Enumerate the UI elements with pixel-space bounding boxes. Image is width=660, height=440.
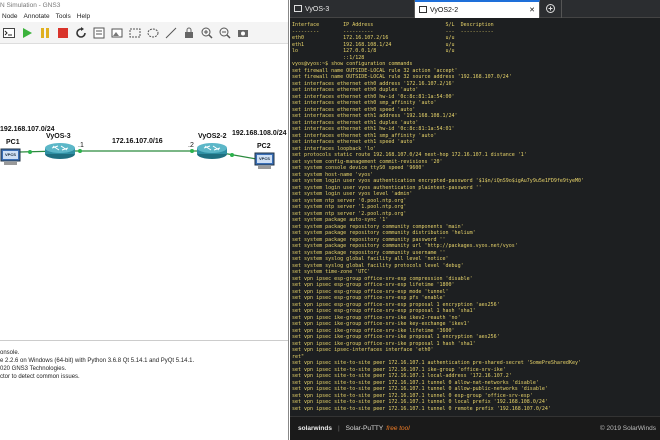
putty-footer: solarwinds | Solar-PuTTY free tool © 201…: [290, 416, 660, 440]
solarwinds-logo: solarwinds: [298, 425, 332, 432]
ellipse-icon[interactable]: [146, 26, 160, 40]
pc1-computer-icon[interactable]: VPCS: [0, 148, 21, 165]
gns3-toolbar: [0, 22, 288, 44]
menu-annotate[interactable]: Annotate: [24, 12, 50, 22]
menu-node[interactable]: Node: [2, 12, 18, 22]
zoom-in-icon[interactable]: [200, 26, 214, 40]
topology-canvas[interactable]: 192.168.107.0/24 PC1 VPCS VyOS-3 .1 172.…: [0, 44, 288, 340]
session-tabs: VyOS-3 VyOS2-2 ✕: [290, 0, 660, 18]
console-line: onsole.: [0, 350, 20, 356]
pause-icon[interactable]: [38, 26, 52, 40]
terminal-line: set vpn ipsec site-to-site peer 172.16.1…: [292, 405, 551, 412]
console-line: 020 GNS3 Technologies.: [0, 366, 67, 372]
new-tab-button[interactable]: [540, 0, 562, 18]
pc1-label[interactable]: PC1: [6, 139, 20, 146]
link-subnet-label: 172.16.107.0/16: [112, 138, 163, 145]
note-icon[interactable]: [92, 26, 106, 40]
gns3-menubar: Node Annotate Tools Help: [0, 12, 288, 22]
terminal-output[interactable]: Interface IP Address S/L Description ----…: [290, 20, 660, 416]
start-icon[interactable]: [20, 26, 34, 40]
vyos2-label[interactable]: VyOS2-2: [198, 133, 227, 140]
vyos3-label[interactable]: VyOS-3: [46, 133, 71, 140]
tab-label: VyOS-3: [305, 5, 330, 13]
tab-vyos-3[interactable]: VyOS-3: [290, 0, 415, 18]
console-line: e 2.2.6 on Windows (64-bit) with Python …: [0, 358, 195, 364]
pc2-label[interactable]: PC2: [257, 143, 271, 150]
screenshot-icon[interactable]: [236, 26, 250, 40]
vyos3-router-icon[interactable]: [44, 142, 76, 162]
terminal-icon: [294, 4, 302, 14]
pc2-vpcs-label: VPCS: [259, 156, 270, 161]
line-icon[interactable]: [164, 26, 178, 40]
zoom-out-icon[interactable]: [218, 26, 232, 40]
product-name: Solar-PuTTY: [345, 425, 384, 432]
console-line: ctor to detect common issues.: [0, 374, 80, 380]
pc1-subnet: 192.168.107.0/24: [0, 126, 55, 133]
vyos2-router-icon[interactable]: [196, 142, 228, 162]
pc1-vpcs-label: VPCS: [5, 152, 16, 157]
gns3-title: N Simulation - GNS3: [0, 2, 61, 9]
close-tab-icon[interactable]: ✕: [529, 6, 535, 14]
console-icon[interactable]: [2, 26, 16, 40]
lock-icon[interactable]: [182, 26, 196, 40]
terminal-icon: [419, 5, 427, 15]
picture-icon[interactable]: [110, 26, 124, 40]
pc2-subnet: 192.168.108.0/24: [232, 130, 287, 137]
free-tool-label: free tool: [386, 425, 410, 432]
link-right-interface: .2: [188, 142, 194, 149]
gns3-console[interactable]: onsole. e 2.2.6 on Windows (64-bit) with…: [0, 340, 288, 440]
add-icon: [546, 3, 555, 15]
tab-vyos2-2[interactable]: VyOS2-2 ✕: [415, 0, 540, 18]
menu-tools[interactable]: Tools: [56, 12, 71, 22]
tab-label: VyOS2-2: [430, 6, 459, 14]
menu-help[interactable]: Help: [77, 12, 90, 22]
pc2-computer-icon[interactable]: VPCS: [254, 152, 276, 170]
gns3-window: N Simulation - GNS3 Node Annotate Tools …: [0, 0, 289, 440]
reload-icon[interactable]: [74, 26, 88, 40]
rectangle-icon[interactable]: [128, 26, 142, 40]
solar-putty-window: VyOS-3 VyOS2-2 ✕ Interface IP Address S/…: [290, 0, 660, 440]
link-left-interface: .1: [78, 142, 84, 149]
stop-icon[interactable]: [56, 26, 70, 40]
copyright: © 2019 SolarWinds: [599, 425, 656, 432]
